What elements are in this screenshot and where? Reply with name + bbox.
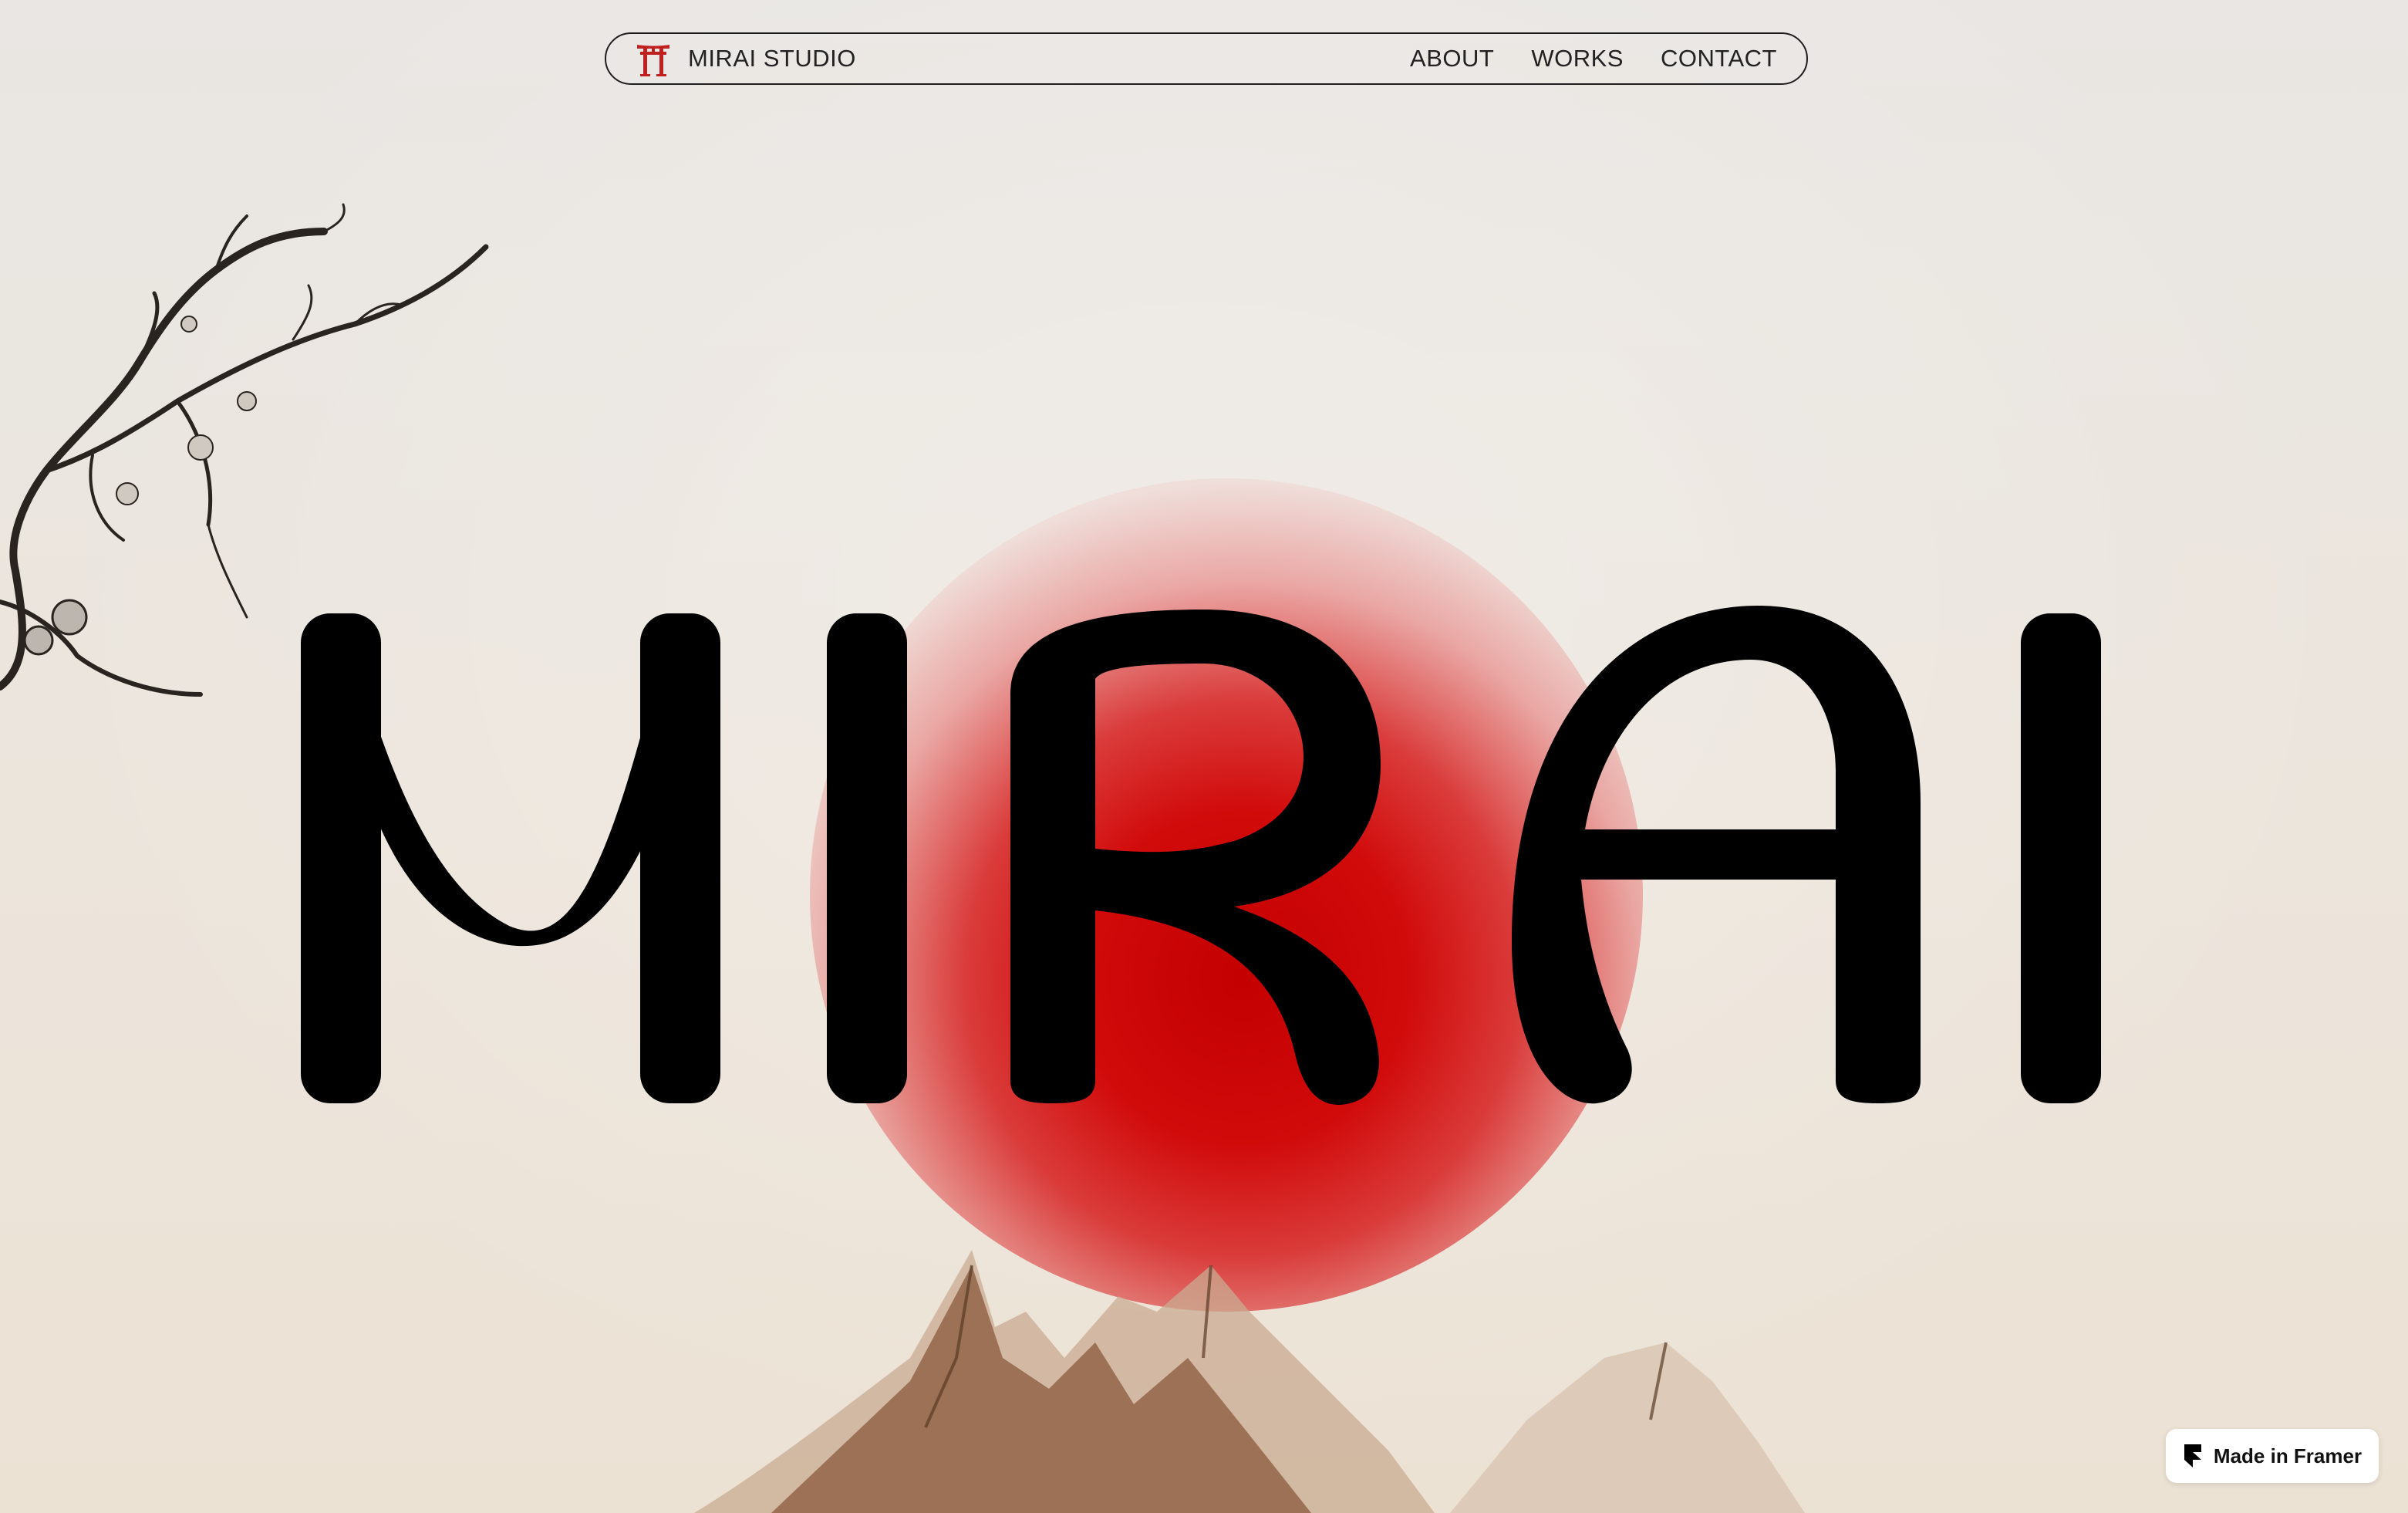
brand-name: MIRAI STUDIO xyxy=(688,45,856,72)
nav-link-works[interactable]: WORKS xyxy=(1531,45,1624,73)
hero-title-mirai xyxy=(301,606,2101,1105)
nav-link-about[interactable]: ABOUT xyxy=(1410,45,1494,73)
torii-gate-icon xyxy=(637,45,669,76)
brand[interactable]: MIRAI STUDIO xyxy=(636,39,856,79)
mountains-illustration xyxy=(694,1250,1805,1513)
framer-icon xyxy=(2184,1444,2201,1467)
badge-label: Made in Framer xyxy=(2213,1444,2362,1467)
hero-illustration xyxy=(0,203,2101,1513)
cherry-branch-illustration xyxy=(0,203,489,697)
top-navbar: MIRAI STUDIO ABOUT WORKS CONTACT xyxy=(605,32,1808,85)
made-in-framer-badge[interactable]: Made in Framer xyxy=(2166,1429,2379,1483)
nav-links: ABOUT WORKS CONTACT xyxy=(1410,45,1777,73)
nav-link-contact[interactable]: CONTACT xyxy=(1661,45,1777,73)
